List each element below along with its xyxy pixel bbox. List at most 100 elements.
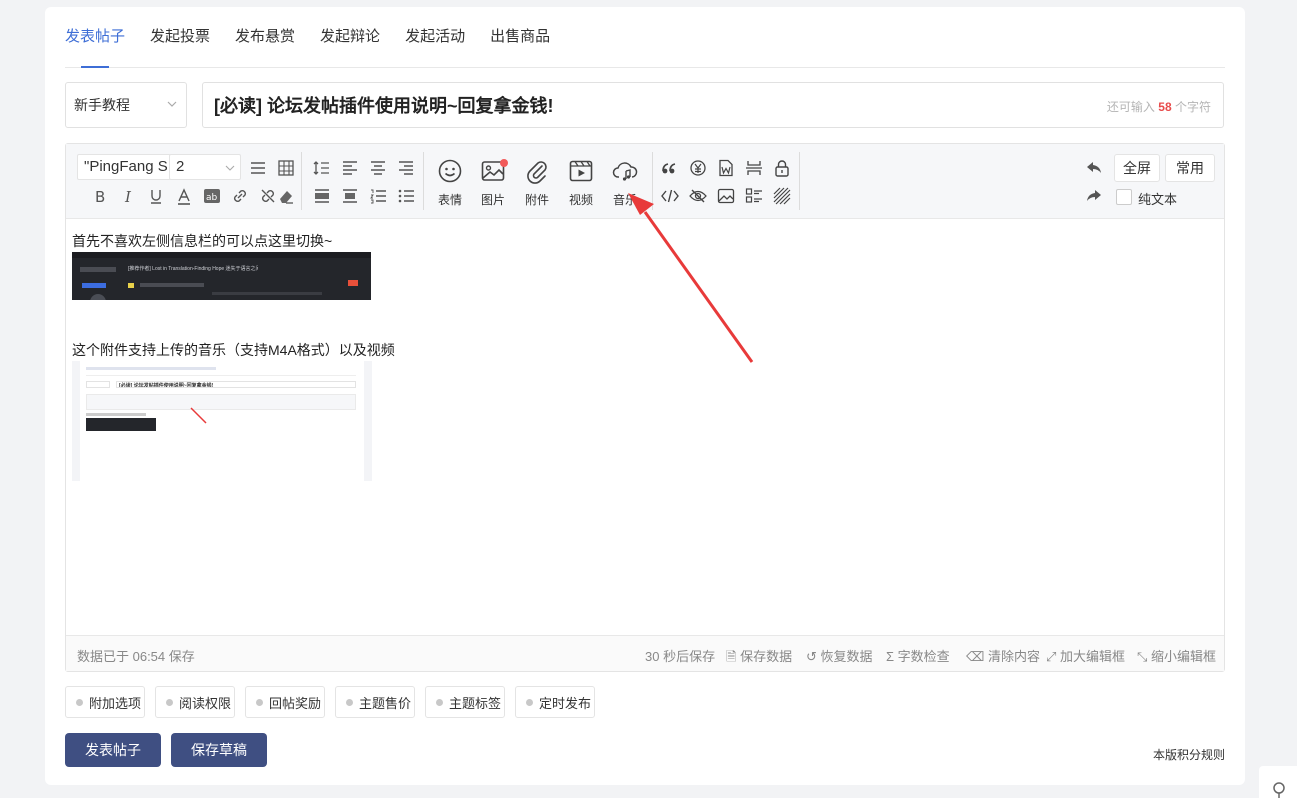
shrink-editor-button[interactable]: ⤡ 缩小编辑框	[1137, 646, 1216, 665]
clear-content-button[interactable]: ⌫ 清除内容	[966, 646, 1040, 665]
save-icon: 🗎	[726, 649, 737, 664]
option-extra[interactable]: 附加选项	[65, 686, 145, 718]
hide-content-icon[interactable]	[688, 186, 708, 206]
horizontal-rule-icon[interactable]	[248, 158, 268, 178]
editor-content[interactable]: 首先不喜欢左侧信息栏的可以点这里切换~ [推荐作者] Lost in Trans…	[66, 220, 1224, 636]
underline-icon[interactable]	[146, 186, 166, 206]
word-count-button[interactable]: Σ 字数检查	[886, 646, 950, 665]
bullet-icon	[76, 698, 83, 706]
category-value: 新手教程	[74, 97, 130, 113]
align-right-icon[interactable]	[396, 158, 416, 178]
option-tags[interactable]: 主题标签	[425, 686, 505, 718]
restore-data-button[interactable]: ↺ 恢复数据	[806, 646, 873, 665]
save-draft-button[interactable]: 保存草稿	[171, 733, 267, 767]
emoji-button[interactable]: 表情	[430, 158, 470, 208]
toolbar-separator	[799, 152, 800, 210]
lock-icon[interactable]	[772, 158, 792, 178]
currency-icon[interactable]	[688, 158, 708, 178]
video-label: 视频	[568, 193, 593, 207]
tab-poll[interactable]: 发起投票	[150, 7, 210, 67]
sigma-icon: Σ	[886, 649, 895, 664]
font-color-icon[interactable]	[174, 186, 194, 206]
align-left-icon[interactable]	[340, 158, 360, 178]
tab-post[interactable]: 发表帖子	[65, 7, 125, 68]
fullscreen-button[interactable]: 全屏	[1114, 154, 1160, 182]
submit-post-button[interactable]: 发表帖子	[65, 733, 161, 767]
tab-debate[interactable]: 发起辩论	[320, 7, 380, 67]
editor-status-bar: 数据已于 06:54 保存 30 秒后保存 🗎 保存数据 ↺ 恢复数据 Σ 字数…	[66, 635, 1224, 671]
music-button[interactable]: 音乐	[605, 158, 645, 208]
plain-text-checkbox[interactable]	[1116, 189, 1132, 205]
rich-text-editor: "PingFang S 2 B I ab 表情 图片 附件 视频 音乐 全屏 常…	[65, 143, 1225, 672]
help-widget[interactable]	[1259, 766, 1297, 798]
bold-icon[interactable]: B	[90, 186, 110, 206]
editor-toolbar: "PingFang S 2 B I ab 表情 图片 附件 视频 音乐 全屏 常…	[66, 144, 1224, 219]
toolbar-separator	[301, 152, 302, 210]
content-paragraph: 这个附件支持上传的音乐（支持M4A格式）以及视频	[72, 342, 395, 358]
align-center-icon[interactable]	[368, 158, 388, 178]
undo-icon[interactable]	[1084, 158, 1104, 178]
title-input[interactable]: [必读] 论坛发帖插件使用说明~回复拿金钱! 还可输入 58 个字符	[202, 82, 1224, 128]
embedded-screenshot[interactable]: [必读] 论坛发帖插件使用说明~回复拿金钱!	[72, 361, 372, 481]
unlink-icon[interactable]	[258, 186, 278, 206]
insert-image-icon[interactable]	[716, 186, 736, 206]
toolbar-separator	[423, 152, 424, 210]
bullet-icon	[526, 698, 533, 706]
link-icon[interactable]	[230, 186, 250, 206]
font-family-select[interactable]: "PingFang S	[77, 154, 171, 180]
emoji-label: 表情	[437, 193, 462, 207]
quote-icon[interactable]	[660, 158, 680, 178]
save-data-button[interactable]: 🗎 保存数据	[726, 646, 792, 670]
points-rules-link[interactable]: 本版积分规则	[1153, 746, 1225, 763]
post-editor-card: 发表帖子 发起投票 发布悬赏 发起辩论 发起活动 出售商品 新手教程 [必读] …	[45, 7, 1245, 785]
tab-activity[interactable]: 发起活动	[405, 7, 465, 67]
option-price[interactable]: 主题售价	[335, 686, 415, 718]
history-icon: ↺	[806, 649, 817, 664]
red-arrow-icon	[190, 407, 207, 424]
expand-icon: ⤢	[1046, 649, 1057, 664]
unordered-list-icon[interactable]	[396, 186, 416, 206]
bullet-icon	[436, 698, 443, 706]
music-label: 音乐	[612, 193, 637, 207]
post-type-tabs: 发表帖子 发起投票 发布悬赏 发起辩论 发起活动 出售商品	[65, 7, 1225, 68]
plain-text-label: 纯文本	[1138, 192, 1178, 207]
eraser-icon: ⌫	[966, 649, 985, 664]
checklist-icon[interactable]	[744, 186, 764, 206]
thumbnail-title: [推荐作者] Lost in Translation-Finding Hope …	[128, 266, 258, 272]
redo-icon[interactable]	[1084, 186, 1104, 206]
eraser-icon[interactable]	[276, 186, 296, 206]
hatch-pattern-icon[interactable]	[772, 186, 792, 206]
image-button[interactable]: 图片	[473, 158, 513, 208]
svg-text:I: I	[124, 188, 132, 205]
italic-icon[interactable]: I	[118, 186, 138, 206]
bullet-icon	[166, 698, 173, 706]
tab-sell[interactable]: 出售商品	[490, 7, 550, 67]
font-size-value: 2	[176, 158, 185, 175]
common-button[interactable]: 常用	[1165, 154, 1215, 182]
embedded-screenshot[interactable]: [推荐作者] Lost in Translation-Finding Hope …	[72, 252, 371, 300]
option-schedule[interactable]: 定时发布	[515, 686, 595, 718]
option-reply-reward[interactable]: 回帖奖励	[245, 686, 325, 718]
svg-text:ab: ab	[206, 193, 218, 203]
tab-reward[interactable]: 发布悬赏	[235, 7, 295, 67]
indent-icon[interactable]	[312, 186, 332, 206]
word-doc-icon[interactable]	[716, 158, 736, 178]
content-paragraph: 首先不喜欢左侧信息栏的可以点这里切换~	[72, 233, 333, 249]
justify-icon[interactable]	[340, 186, 360, 206]
line-height-icon[interactable]	[312, 158, 332, 178]
attachment-button[interactable]: 附件	[517, 158, 557, 208]
enlarge-editor-button[interactable]: ⤢ 加大编辑框	[1046, 646, 1125, 665]
svg-text:B: B	[95, 188, 105, 205]
ordered-list-icon[interactable]	[368, 186, 388, 206]
option-read-permission[interactable]: 阅读权限	[155, 686, 235, 718]
font-size-select[interactable]: 2	[169, 154, 241, 180]
video-icon	[569, 160, 593, 182]
code-icon[interactable]	[660, 186, 680, 206]
shrink-icon: ⤡	[1137, 649, 1148, 664]
cloud-music-icon	[612, 162, 638, 181]
table-icon[interactable]	[276, 158, 296, 178]
page-break-icon[interactable]	[744, 158, 764, 178]
video-button[interactable]: 视频	[561, 158, 601, 208]
category-select[interactable]: 新手教程	[65, 82, 187, 128]
background-color-icon[interactable]: ab	[202, 186, 222, 206]
